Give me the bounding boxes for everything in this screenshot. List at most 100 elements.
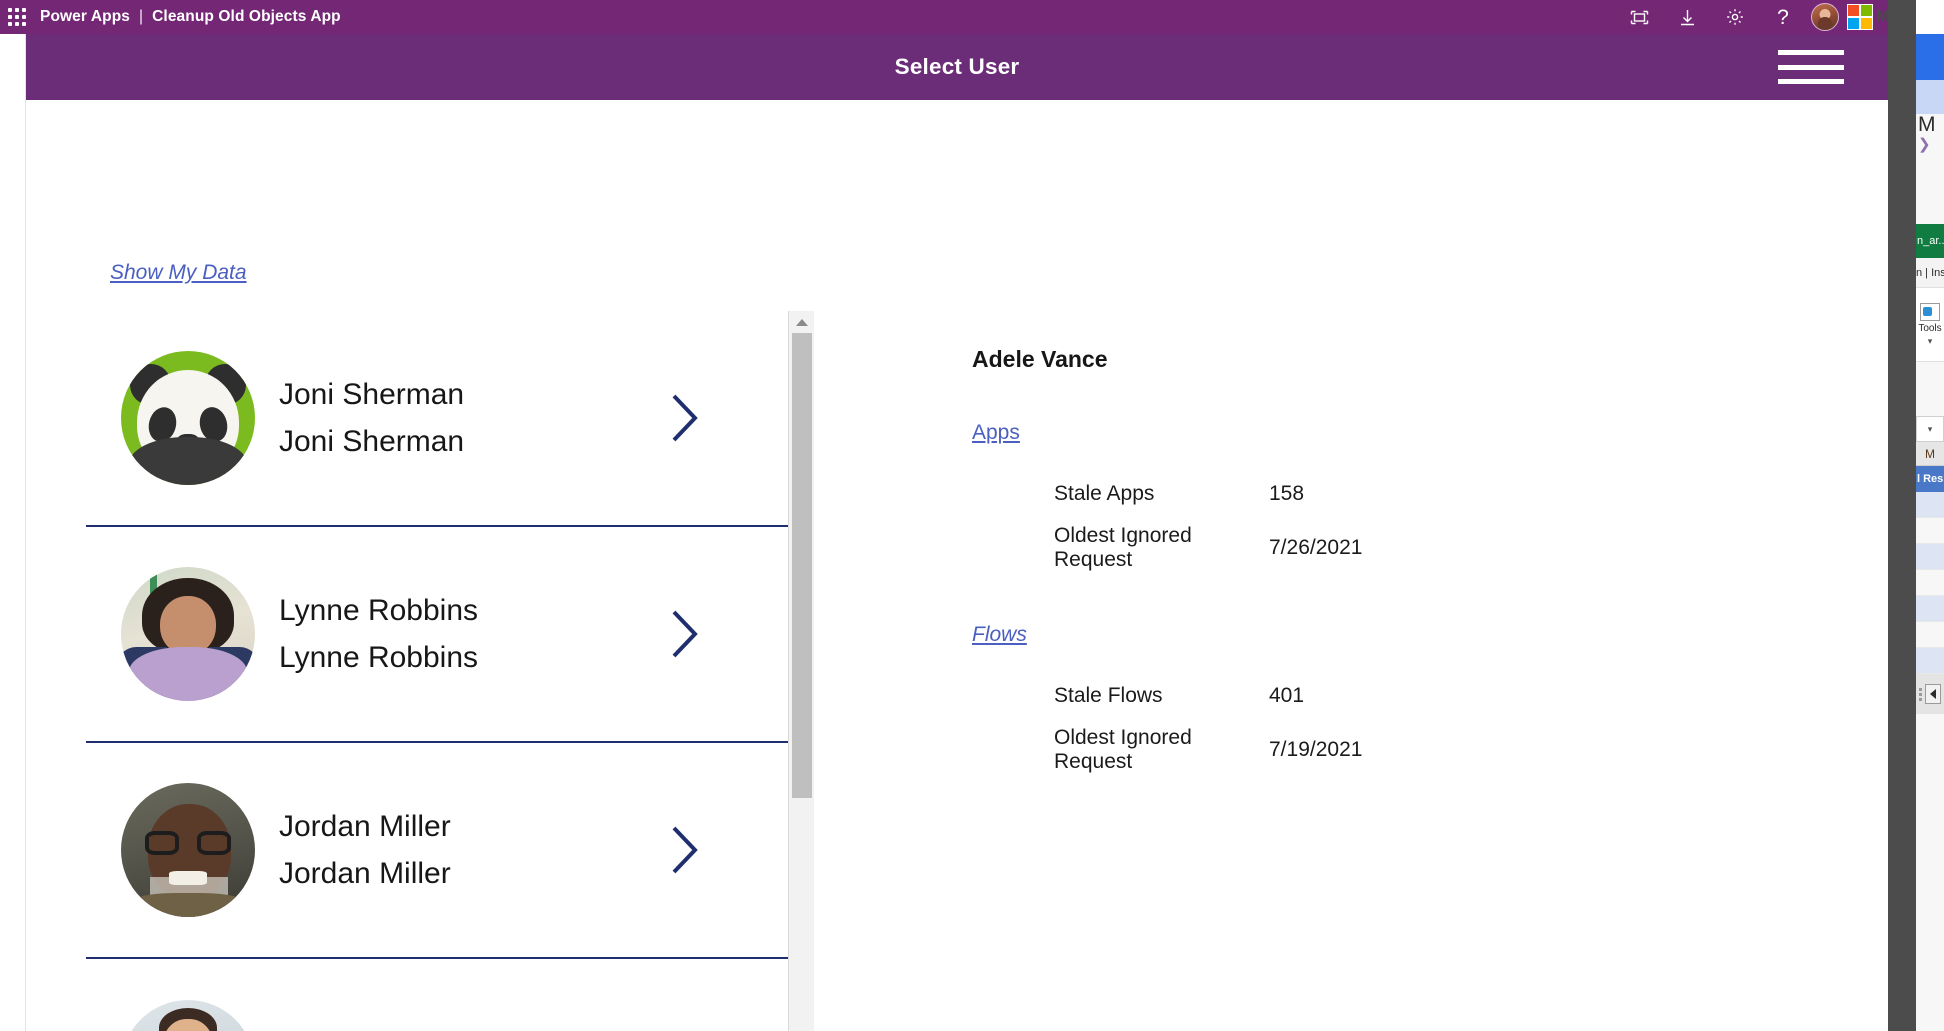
screen-root: Power Apps | Cleanup Old Objects App (0, 0, 1944, 1031)
excel-white-band: M ❯ (1916, 114, 1944, 154)
drag-handle-icon[interactable] (1919, 688, 1922, 701)
app-body: Show My Data Joni Sherman (26, 100, 1888, 1031)
excel-row[interactable] (1916, 596, 1944, 622)
app-name-label[interactable]: Cleanup Old Objects App (152, 8, 341, 25)
excel-namebox-dropdown[interactable]: ▾ (1916, 416, 1944, 442)
excel-row[interactable] (1916, 570, 1944, 596)
detail-row-value: 401 (1269, 684, 1304, 708)
excel-row[interactable] (1916, 622, 1944, 648)
list-item-primary: Grady Archie (279, 1028, 452, 1031)
list-item-primary: Jordan Miller (279, 811, 451, 843)
detail-row: Oldest Ignored Request 7/19/2021 (972, 723, 1732, 777)
detail-row: Stale Apps 158 (972, 467, 1732, 521)
chevron-down-icon: ▾ (1928, 424, 1933, 435)
chevron-right-icon[interactable] (668, 608, 702, 660)
download-icon[interactable] (1663, 0, 1711, 34)
flows-rows: Stale Flows 401 Oldest Ignored Request 7… (972, 669, 1732, 777)
avatar[interactable] (1811, 3, 1839, 31)
excel-titlebar-fragment (1916, 0, 1944, 34)
excel-gap (1916, 362, 1944, 416)
detail-row-label: Stale Apps (972, 482, 1269, 506)
microsoft-wordmark: M (1876, 8, 1888, 26)
excel-row[interactable] (1916, 648, 1944, 674)
excel-blue-band (1916, 34, 1944, 80)
detail-row: Oldest Ignored Request 7/26/2021 (972, 521, 1732, 575)
panda-avatar (121, 351, 255, 485)
help-glyph: ? (1777, 7, 1789, 28)
gallery-scrollbar[interactable] (788, 311, 814, 1031)
background-excel-window[interactable]: M ❯ n_ar... n | Inse Tools ▾ ▾ M l Resp (1916, 0, 1944, 1031)
chevron-right-icon[interactable] (668, 824, 702, 876)
user-detail-panel: Adele Vance Apps Stale Apps 158 Oldest I… (972, 346, 1732, 777)
page-title: Select User (895, 54, 1020, 80)
list-item-names: Grady Archie Grady Archie (279, 1028, 452, 1031)
apps-link[interactable]: Apps (972, 421, 1020, 445)
gear-icon[interactable] (1711, 0, 1759, 34)
list-item[interactable]: Lynne Robbins Lynne Robbins (86, 527, 788, 743)
scroll-up-arrow-icon[interactable] (789, 311, 815, 333)
brand-area: Power Apps | Cleanup Old Objects App (40, 8, 341, 26)
detail-row-value: 7/19/2021 (1269, 738, 1362, 762)
show-my-data-link[interactable]: Show My Data (110, 261, 247, 285)
excel-row[interactable] (1916, 492, 1944, 518)
excel-ribbon-tabs[interactable]: n | Inse (1916, 258, 1944, 288)
apps-rows: Stale Apps 158 Oldest Ignored Request 7/… (972, 467, 1732, 575)
tools-icon[interactable] (1920, 303, 1940, 321)
chevron-right-icon[interactable] (668, 392, 702, 444)
fullscreen-icon[interactable] (1615, 0, 1663, 34)
list-item-secondary: Jordan Miller (279, 858, 451, 890)
help-icon[interactable]: ? (1759, 0, 1807, 34)
excel-title-fragment: n_ar... (1916, 224, 1944, 258)
brand-separator: | (139, 8, 143, 25)
app-canvas: Select User Show My Data (25, 34, 1888, 1031)
excel-row[interactable] (1916, 518, 1944, 544)
detail-user-name: Adele Vance (972, 346, 1732, 373)
detail-row-value: 158 (1269, 482, 1304, 506)
list-item-primary: Joni Sherman (279, 379, 464, 411)
microsoft-logo-icon (1847, 4, 1873, 30)
user-gallery: Joni Sherman Joni Sherman (86, 311, 814, 1031)
list-item[interactable]: Grady Archie Grady Archie (86, 959, 788, 1031)
tools-label: Tools (1918, 323, 1941, 334)
flows-link[interactable]: Flows (972, 623, 1027, 647)
list-item-names: Jordan Miller Jordan Miller (279, 811, 451, 890)
list-item[interactable]: Jordan Miller Jordan Miller (86, 743, 788, 959)
scrollbar-track[interactable] (789, 333, 815, 1031)
excel-m-glyph: M (1916, 114, 1944, 135)
excel-statusbar[interactable] (1916, 674, 1944, 714)
app-header: Select User (26, 34, 1888, 100)
detail-row-value: 7/26/2021 (1269, 536, 1362, 560)
excel-column-header[interactable]: M (1916, 442, 1944, 466)
excel-empty-area (1916, 714, 1944, 914)
excel-chevron-icon: ❯ (1916, 135, 1944, 153)
list-item-names: Joni Sherman Joni Sherman (279, 379, 464, 458)
collapse-panel-button[interactable] (1925, 684, 1941, 704)
brand-label[interactable]: Power Apps (40, 8, 130, 25)
list-item-secondary: Lynne Robbins (279, 642, 478, 674)
app-launcher-icon[interactable] (0, 0, 34, 34)
detail-section-flows: Flows Stale Flows 401 Oldest Ignored Req… (972, 575, 1732, 777)
detail-row-label: Oldest Ignored Request (972, 726, 1269, 774)
photo-avatar-lynne (121, 567, 255, 701)
user-gallery-list[interactable]: Joni Sherman Joni Sherman (86, 311, 788, 1031)
background-window-edge[interactable] (1888, 0, 1916, 1031)
detail-row: Stale Flows 401 (972, 669, 1732, 723)
topbar-actions: ? M (1615, 0, 1888, 34)
list-item-secondary: Joni Sherman (279, 426, 464, 458)
list-item[interactable]: Joni Sherman Joni Sherman (86, 311, 788, 527)
excel-row[interactable] (1916, 544, 1944, 570)
scrollbar-thumb[interactable] (792, 333, 812, 798)
excel-selected-header[interactable]: l Resp (1916, 466, 1944, 492)
list-item-names: Lynne Robbins Lynne Robbins (279, 595, 478, 674)
excel-blue-band-light (1916, 80, 1944, 114)
list-item-primary: Lynne Robbins (279, 595, 478, 627)
excel-tools-group[interactable]: Tools ▾ (1916, 288, 1944, 362)
photo-avatar-grady (121, 1000, 255, 1031)
hamburger-menu-icon[interactable] (1778, 50, 1844, 84)
detail-row-label: Stale Flows (972, 684, 1269, 708)
chevron-down-icon[interactable]: ▾ (1928, 336, 1933, 347)
detail-section-apps: Apps Stale Apps 158 Oldest Ignored Reque… (972, 373, 1732, 575)
detail-row-label: Oldest Ignored Request (972, 524, 1269, 572)
powerapps-topbar: Power Apps | Cleanup Old Objects App (0, 0, 1888, 34)
photo-avatar-jordan (121, 783, 255, 917)
